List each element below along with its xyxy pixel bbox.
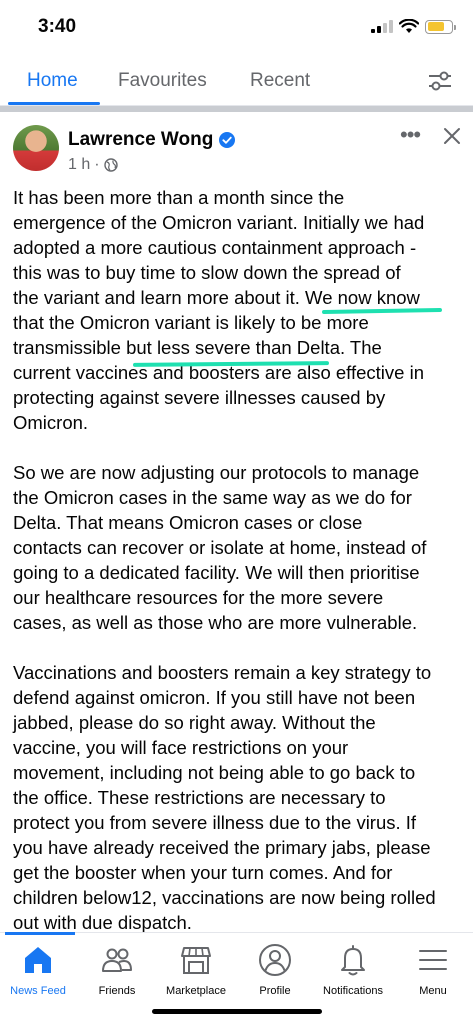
nav-label: Marketplace	[166, 985, 226, 997]
bell-icon	[341, 945, 365, 976]
post-author[interactable]: Lawrence Wong	[68, 129, 236, 151]
text-line: get the booster when your turn comes. An…	[13, 862, 393, 883]
text-line: the office. These restrictions are neces…	[13, 787, 386, 808]
text-line: It has been more than a month since the	[13, 187, 345, 208]
active-tab-indicator	[8, 102, 100, 105]
feed-tab-bar: Home Favourites Recent	[0, 56, 473, 106]
nav-label: Profile	[259, 985, 291, 997]
tab-home[interactable]: Home	[27, 70, 78, 92]
text-line: children below12, vaccinations are now b…	[13, 887, 436, 908]
status-time: 3:40	[38, 16, 77, 37]
text-line: cases, as well as those who are more vul…	[13, 612, 418, 633]
marketplace-icon	[181, 947, 211, 974]
post-meta: 1 h ·	[68, 156, 118, 174]
home-icon	[25, 947, 51, 973]
text-line: protect you from severe illness due to t…	[13, 812, 417, 833]
text-line: transmissible but less severe than Delta…	[13, 337, 382, 358]
status-bar: 3:40	[0, 0, 473, 56]
nav-news-feed[interactable]: News Feed	[0, 943, 78, 997]
more-options-icon[interactable]: •••	[400, 124, 421, 146]
text-line: out with due dispatch.	[13, 912, 192, 933]
tab-favourites[interactable]: Favourites	[118, 70, 207, 92]
tab-recent[interactable]: Recent	[250, 70, 310, 92]
text-line: going to a dedicated facility. We will t…	[13, 562, 420, 583]
text-line: our healthcare resources for the more se…	[13, 587, 384, 608]
text-line: emergence of the Omicron variant. Initia…	[13, 212, 425, 233]
nav-label: Friends	[98, 985, 136, 997]
close-icon[interactable]	[442, 126, 462, 146]
wifi-icon	[399, 19, 419, 33]
text-line: Vaccinations and boosters remain a key s…	[13, 662, 432, 683]
nav-label: Notifications	[323, 985, 383, 997]
text-line: So we are now adjusting our protocols to…	[13, 462, 420, 483]
verified-badge-icon	[219, 132, 236, 148]
text-line: you have already received the primary ja…	[13, 837, 431, 858]
nav-label: Menu	[419, 985, 447, 997]
signal-icon	[371, 20, 393, 33]
text-line: this was to buy time to slow down the sp…	[13, 262, 401, 283]
home-indicator[interactable]	[152, 1009, 322, 1014]
menu-icon	[419, 950, 447, 970]
filter-icon[interactable]	[427, 70, 453, 92]
meta-separator: ·	[94, 156, 100, 173]
author-avatar[interactable]	[13, 125, 59, 171]
post-paragraph-3: Vaccinations and boosters remain a key s…	[13, 660, 463, 935]
text-line: jabbed, please do so right away. Without…	[13, 712, 376, 733]
nav-active-indicator	[5, 932, 75, 935]
battery-icon	[425, 19, 456, 34]
text-line: adopted a more cautious containment appr…	[13, 237, 417, 258]
text-line: the Omicron cases in the same way as we …	[13, 487, 412, 508]
nav-notifications[interactable]: Notifications	[313, 943, 393, 997]
globe-icon	[103, 158, 118, 172]
text-line: that the Omicron variant is likely to be…	[13, 312, 369, 333]
post-paragraph-2: So we are now adjusting our protocols to…	[13, 460, 463, 635]
text-line: defend against omicron. If you still hav…	[13, 687, 416, 708]
text-line: protecting against severe illnesses caus…	[13, 387, 386, 408]
text-line: the variant and learn more about it. We …	[13, 287, 420, 308]
post-time[interactable]: 1 h	[68, 156, 90, 174]
post-text: It has been more than a month since the …	[13, 185, 463, 960]
text-line: Omicron.	[13, 412, 89, 433]
friends-icon	[102, 948, 132, 972]
nav-friends[interactable]: Friends	[77, 943, 157, 997]
section-divider	[0, 106, 473, 112]
status-icons	[371, 19, 456, 34]
text-line: movement, including not being able to go…	[13, 762, 416, 783]
text-line: vaccine, you will face restrictions on y…	[13, 737, 349, 758]
text-line: contacts can recover or isolate at home,…	[13, 537, 427, 558]
text-line: Delta. That means Omicron cases or close	[13, 512, 363, 533]
profile-icon	[259, 944, 291, 976]
author-name[interactable]: Lawrence Wong	[68, 129, 213, 151]
nav-marketplace[interactable]: Marketplace	[156, 943, 236, 997]
nav-label: News Feed	[10, 985, 66, 997]
nav-menu[interactable]: Menu	[393, 943, 473, 997]
nav-profile[interactable]: Profile	[235, 943, 315, 997]
